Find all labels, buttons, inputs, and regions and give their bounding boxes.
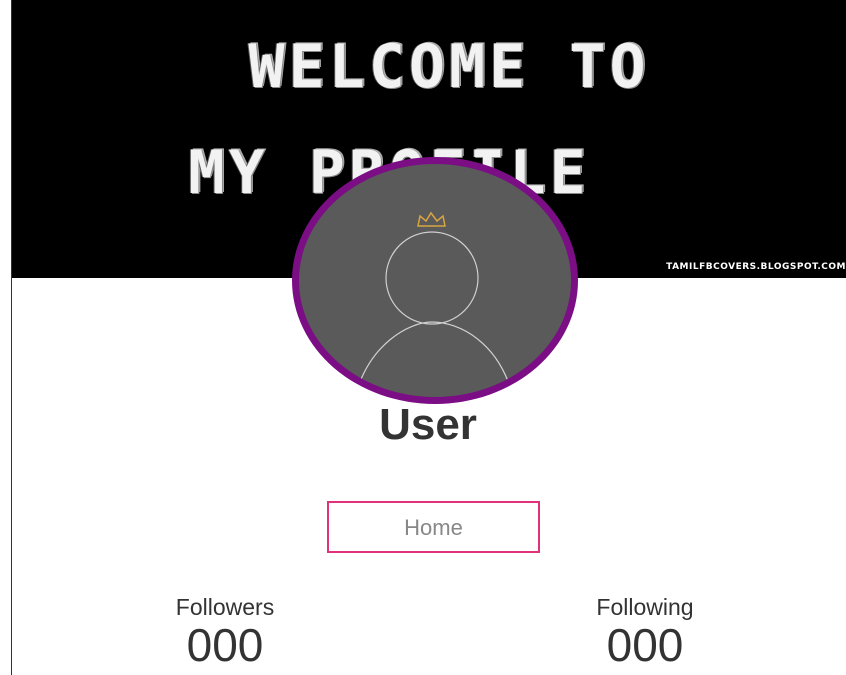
- profile-name: User: [379, 400, 477, 449]
- cover-credit: TAMILFBCOVERS.BLOGSPOT.COM: [666, 262, 846, 272]
- cover-title-line1: WELCOME TO: [248, 32, 650, 102]
- following-count: 000: [606, 619, 684, 671]
- profile-avatar[interactable]: [292, 157, 578, 404]
- following-stat[interactable]: Following 000: [560, 594, 730, 669]
- default-user-icon: [354, 211, 514, 397]
- followers-count: 000: [186, 619, 264, 671]
- following-label: Following: [596, 594, 694, 620]
- followers-label: Followers: [175, 594, 275, 620]
- followers-stat[interactable]: Followers 000: [140, 594, 310, 669]
- crown-icon: [417, 211, 446, 227]
- home-button[interactable]: Home: [327, 501, 540, 553]
